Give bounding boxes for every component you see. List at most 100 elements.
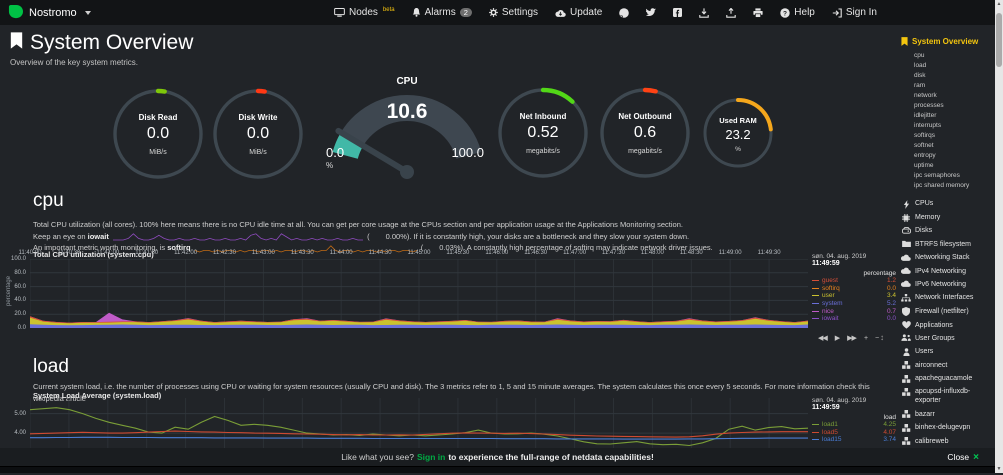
legend-entry-load15[interactable]: load153.74 xyxy=(812,436,896,444)
shield-icon xyxy=(901,307,911,316)
github-button[interactable] xyxy=(619,8,629,18)
sidebar-item-memory[interactable]: Memory xyxy=(901,211,993,224)
legend-series-name: load15 xyxy=(822,436,883,443)
y-tick-label: 80.0 xyxy=(0,270,26,276)
gauge-used-ram[interactable]: Used RAM 23.2 % xyxy=(702,97,774,169)
load-section-heading: load xyxy=(33,356,69,378)
banner-signin-link[interactable]: Sign in xyxy=(417,452,445,462)
facebook-button[interactable] xyxy=(673,8,682,17)
import-button[interactable] xyxy=(699,8,709,18)
sidebar-item-disk[interactable]: disk xyxy=(914,71,993,81)
print-icon xyxy=(753,8,763,18)
zoom-out-button[interactable]: − xyxy=(875,335,878,342)
help-button[interactable]: ? Help xyxy=(780,7,815,18)
banner-close-button[interactable]: Close × xyxy=(947,448,979,466)
sidebar-item-calibreweb[interactable]: calibreweb xyxy=(901,434,993,447)
node-selector[interactable]: Nostromo xyxy=(8,4,91,22)
legend-entry-guest[interactable]: guest1.2 xyxy=(812,277,896,285)
signin-button[interactable]: Sign In xyxy=(832,7,877,18)
sidebar-item-applications[interactable]: Applications xyxy=(901,318,993,331)
legend-date: søn. 04. aug. 2019 xyxy=(812,253,896,260)
play-button[interactable]: ▶ xyxy=(835,334,839,342)
sidebar-item-interrupts[interactable]: interrupts xyxy=(914,121,993,131)
sidebar-item-ipv6-networking[interactable]: IPv6 Networking xyxy=(901,278,993,291)
sidebar-item-disks[interactable]: Disks xyxy=(901,224,993,237)
sidebar-item-label: apcupsd-influxdb-exporter xyxy=(915,387,993,405)
x-tick-label: 11:44:30 xyxy=(360,250,400,256)
gauge-net-inbound[interactable]: Net Inbound 0.52 megabits/s xyxy=(497,87,589,179)
x-tick-label: 11:44:00 xyxy=(321,250,361,256)
gauge-disk-read[interactable]: Disk Read 0.0 MiB/s xyxy=(112,88,204,180)
sidebar-item-system-overview[interactable]: System Overview xyxy=(901,37,993,46)
twitter-button[interactable] xyxy=(646,8,656,17)
cpu-gauge-arc xyxy=(318,84,496,180)
export-button[interactable] xyxy=(726,8,736,18)
page-scrollbar[interactable]: ▲ ▼ xyxy=(995,0,1003,473)
legend-entry-system[interactable]: system5.2 xyxy=(812,300,896,308)
legend-entry-softirq[interactable]: softirq0.0 xyxy=(812,285,896,293)
scroll-up-arrow[interactable]: ▲ xyxy=(995,1,1003,7)
question-icon: ? xyxy=(780,8,790,18)
gauge-net-outbound[interactable]: Net Outbound 0.6 megabits/s xyxy=(599,87,691,179)
sidebar-item-label: BTRFS filesystem xyxy=(915,240,971,249)
legend-entry-load5[interactable]: load54.07 xyxy=(812,429,896,437)
twitter-icon xyxy=(646,8,656,17)
sidebar-item-firewall-netfilter-[interactable]: Firewall (netfilter) xyxy=(901,305,993,319)
sidebar-item-processes[interactable]: processes xyxy=(914,101,993,111)
sidebar-item-ram[interactable]: ram xyxy=(914,81,993,91)
legend-entry-load1[interactable]: load14.25 xyxy=(812,421,896,429)
sidebar-item-load[interactable]: load xyxy=(914,61,993,71)
sidebar-item-binhex-delugevpn[interactable]: binhex-delugevpn xyxy=(901,421,993,434)
settings-button[interactable]: Settings xyxy=(489,7,538,18)
sidebar-item-networking-stack[interactable]: Networking Stack xyxy=(901,251,993,264)
sidebar-item-btrfs-filesystem[interactable]: BTRFS filesystem xyxy=(901,238,993,251)
alarms-count-badge: 2 xyxy=(460,8,472,18)
legend-entry-nice[interactable]: nice0.7 xyxy=(812,307,896,315)
sidebar-item-apacheguacamole[interactable]: apacheguacamole xyxy=(901,372,993,385)
cubes-icon xyxy=(901,375,911,383)
sidebar-item-network-interfaces[interactable]: Network Interfaces xyxy=(901,291,993,304)
sidebar-item-cpu[interactable]: cpu xyxy=(914,51,993,61)
scroll-down-arrow[interactable]: ▼ xyxy=(995,466,1003,472)
sidebar-item-ipc-shared-memory[interactable]: ipc shared memory xyxy=(914,181,993,191)
bolt-icon xyxy=(901,200,911,209)
sidebar-item-users[interactable]: Users xyxy=(901,345,993,358)
legend-swatch xyxy=(812,432,819,433)
x-tick-label: 11:41:00 xyxy=(88,250,128,256)
sidebar-item-user-groups[interactable]: User Groups xyxy=(901,332,993,345)
sidebar-item-ipc-semaphores[interactable]: ipc semaphores xyxy=(914,171,993,181)
print-button[interactable] xyxy=(753,8,763,18)
gauge-disk-write[interactable]: Disk Write 0.0 MiB/s xyxy=(212,88,304,180)
pan-forward-button[interactable]: ▶▶ xyxy=(847,334,856,342)
x-tick-label: 11:46:30 xyxy=(516,250,556,256)
sidebar-item-network[interactable]: network xyxy=(914,91,993,101)
hdd-icon xyxy=(901,227,911,234)
update-button[interactable]: Update xyxy=(555,7,602,18)
sidebar-item-softirqs[interactable]: softirqs xyxy=(914,131,993,141)
sidebar-item-entropy[interactable]: entropy xyxy=(914,151,993,161)
bookmark-icon xyxy=(10,32,23,54)
scrollbar-thumb[interactable] xyxy=(996,13,1002,67)
sidebar-item-cpus[interactable]: CPUs xyxy=(901,197,993,211)
sidebar-item-airconnect[interactable]: airconnect xyxy=(901,359,993,372)
cpu-plot-area[interactable] xyxy=(30,259,808,328)
chart-resize-handle[interactable]: ↕ xyxy=(880,333,884,342)
sidebar-item-bazarr[interactable]: bazarr xyxy=(901,408,993,421)
legend-entry-iowait[interactable]: iowait0.0 xyxy=(812,315,896,323)
gauge-label: Net Inbound xyxy=(497,112,589,121)
pan-backward-button[interactable]: ◀◀ xyxy=(818,334,827,342)
iowait-sparkline xyxy=(113,232,363,241)
zoom-in-button[interactable]: + xyxy=(864,335,867,342)
gauge-unit: % xyxy=(326,161,333,170)
nodes-button[interactable]: Nodes beta xyxy=(334,7,395,18)
legend-entry-user[interactable]: user3.4 xyxy=(812,292,896,300)
sidebar-item-idlejitter[interactable]: idlejitter xyxy=(914,111,993,121)
alarms-button[interactable]: Alarms 2 xyxy=(412,7,472,18)
sidebar-item-ipv4-networking[interactable]: IPv4 Networking xyxy=(901,264,993,277)
gauge-cpu[interactable]: CPU 10.6 0.0 100.0 % xyxy=(318,76,496,180)
gauge-value: 0.6 xyxy=(599,124,691,142)
legend-swatch xyxy=(812,424,819,425)
sidebar-item-uptime[interactable]: uptime xyxy=(914,161,993,171)
sidebar-item-softnet[interactable]: softnet xyxy=(914,141,993,151)
sidebar-item-apcupsd-influxdb-exporter[interactable]: apcupsd-influxdb-exporter xyxy=(901,385,993,407)
